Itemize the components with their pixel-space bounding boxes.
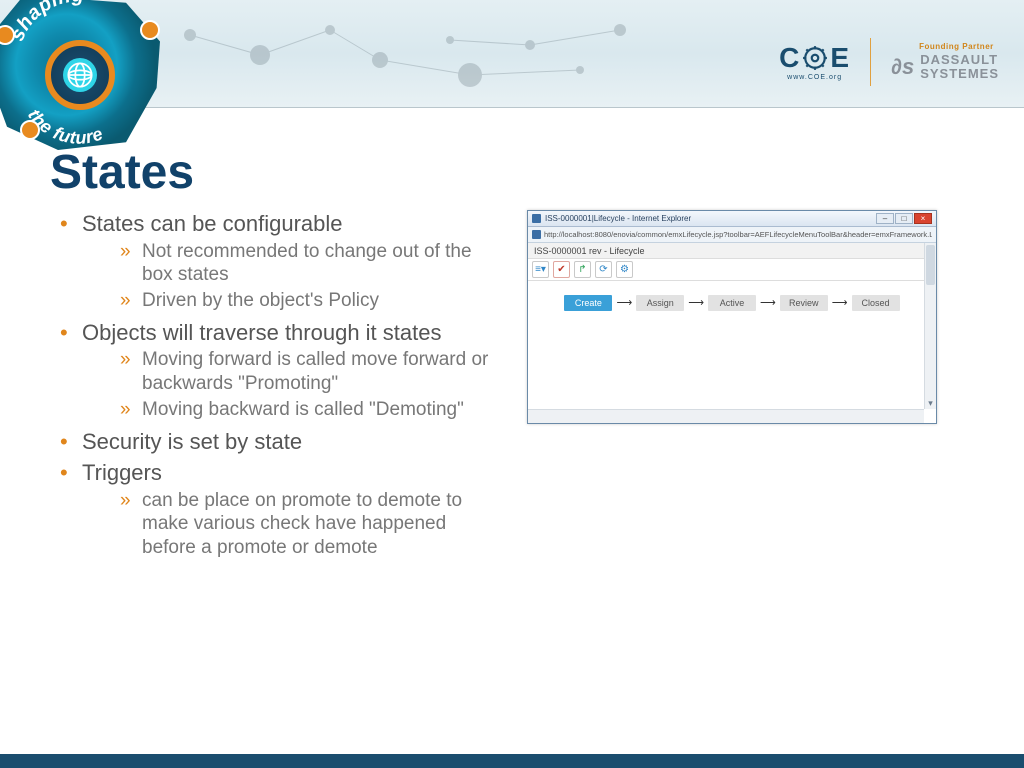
url-text: http://localhost:8080/enovia/common/emxL… — [544, 230, 932, 239]
state-chip-active[interactable]: Active — [708, 295, 756, 311]
screenshot-column: ISS-0000001|Lifecycle - Internet Explore… — [527, 145, 974, 748]
dassault-logo: Founding Partner ∂s DASSAULT SYSTEMES — [891, 43, 999, 80]
minimize-button[interactable]: – — [876, 213, 894, 224]
sub-bullet: Moving forward is called move forward or… — [82, 348, 497, 396]
bullet-list: States can be configurable Not recommend… — [50, 210, 497, 560]
lifecycle-states-row: Create ⟶ Assign ⟶ Active ⟶ Review ⟶ Clos… — [528, 295, 936, 311]
scrollbar-thumb[interactable] — [926, 245, 935, 285]
window-title: ISS-0000001|Lifecycle - Internet Explore… — [545, 214, 872, 223]
logo-badge-icon — [20, 120, 40, 140]
sub-bullet: Moving backward is called "Demoting" — [82, 398, 497, 422]
bullet-text: States can be configurable — [82, 211, 343, 236]
sub-bullet: Driven by the object's Policy — [82, 289, 497, 313]
state-chip-review[interactable]: Review — [780, 295, 828, 311]
vertical-divider — [870, 38, 871, 86]
maximize-button[interactable]: □ — [895, 213, 913, 224]
vertical-scrollbar[interactable]: ▾ — [924, 243, 936, 409]
state-chip-assign[interactable]: Assign — [636, 295, 684, 311]
bullet-item: States can be configurable Not recommend… — [50, 210, 497, 313]
slide-content: States States can be configurable Not re… — [0, 145, 1024, 748]
arrow-icon: ⟶ — [616, 298, 632, 309]
lifecycle-window: ISS-0000001|Lifecycle - Internet Explore… — [527, 210, 937, 424]
ds-name-line1: DASSAULT — [920, 53, 999, 67]
bullet-text: Triggers — [82, 460, 162, 485]
globe-icon — [63, 58, 97, 92]
slide-title: States — [50, 145, 497, 200]
footer-bar — [0, 754, 1024, 768]
arrow-icon: ⟶ — [760, 298, 776, 309]
favicon-icon — [532, 214, 541, 223]
horizontal-scrollbar[interactable] — [528, 409, 924, 423]
site-icon — [532, 230, 541, 239]
window-body: ISS-0000001 rev - Lifecycle ≡▾ ✔ ↱ ⟳ ⚙ C… — [528, 243, 936, 423]
scroll-down-icon[interactable]: ▾ — [925, 397, 936, 409]
branch-icon[interactable]: ↱ — [574, 261, 591, 278]
logo-ring — [45, 40, 115, 110]
window-titlebar: ISS-0000001|Lifecycle - Internet Explore… — [528, 211, 936, 227]
partner-logos: C E www.COE.org Founding Partner ∂s DASS… — [779, 38, 999, 86]
sub-bullet: Not recommended to change out of the box… — [82, 240, 497, 288]
lifecycle-toolbar: ≡▾ ✔ ↱ ⟳ ⚙ — [528, 259, 936, 281]
coe-url-text: www.COE.org — [787, 74, 842, 81]
ds-swoosh-icon: ∂s — [891, 56, 914, 78]
arrow-icon: ⟶ — [688, 298, 704, 309]
close-button[interactable]: × — [914, 213, 932, 224]
arrow-icon: ⟶ — [832, 298, 848, 309]
state-chip-create[interactable]: Create — [564, 295, 612, 311]
sub-bullet: can be place on promote to demote to mak… — [82, 489, 497, 560]
text-column: States States can be configurable Not re… — [50, 145, 497, 748]
bullet-item: Triggers can be place on promote to demo… — [50, 459, 497, 560]
page-header: ISS-0000001 rev - Lifecycle — [528, 243, 936, 259]
coe-logo: C E www.COE.org — [779, 44, 850, 81]
menu-icon[interactable]: ≡▾ — [532, 261, 549, 278]
bullet-item: Security is set by state — [50, 428, 497, 456]
address-bar[interactable]: http://localhost:8080/enovia/common/emxL… — [528, 227, 936, 243]
bullet-item: Objects will traverse through it states … — [50, 319, 497, 422]
refresh-icon[interactable]: ⟳ — [595, 261, 612, 278]
bullet-text: Security is set by state — [82, 429, 302, 454]
gear-icon[interactable]: ⚙ — [616, 261, 633, 278]
founding-partner-label: Founding Partner — [919, 43, 994, 51]
header-banner: shaping the future C E www.COE.org Found… — [0, 0, 1024, 108]
bullet-text: Objects will traverse through it states — [82, 320, 441, 345]
cog-icon — [802, 45, 828, 71]
event-logo: shaping the future — [0, 0, 180, 150]
promote-icon[interactable]: ✔ — [553, 261, 570, 278]
state-chip-closed[interactable]: Closed — [852, 295, 900, 311]
ds-name-line2: SYSTEMES — [920, 67, 999, 81]
logo-badge-icon — [140, 20, 160, 40]
